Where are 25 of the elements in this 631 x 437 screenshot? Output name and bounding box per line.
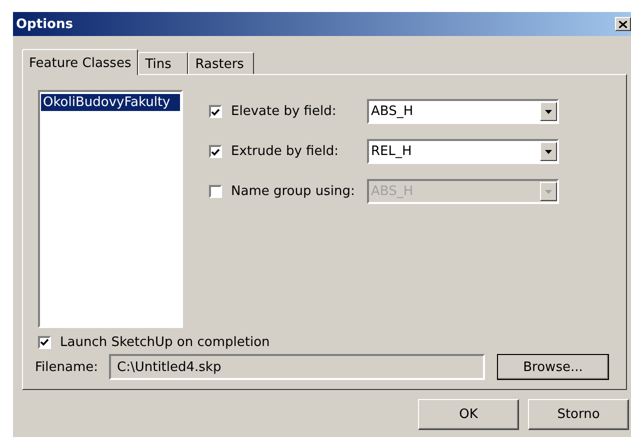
close-button[interactable] (615, 17, 631, 31)
tab[interactable]: Feature Classes (22, 49, 138, 75)
window-title: Options (16, 16, 74, 32)
filename-field[interactable]: C:\Untitled4.skp (109, 354, 485, 380)
checkbox[interactable] (38, 336, 51, 348)
dialog-button[interactable]: Storno (528, 399, 629, 430)
option-label: Elevate by field: (230, 104, 338, 119)
checkbox[interactable] (209, 105, 222, 118)
tab[interactable]: Rasters (188, 52, 254, 74)
dropdown-arrow-icon (545, 150, 552, 154)
option-label: Extrude by field: (230, 144, 340, 159)
close-icon (619, 20, 627, 28)
checkbox-label: Launch SketchUp on completion (59, 334, 270, 350)
field-dropdown[interactable]: REL_H (367, 139, 559, 164)
field-dropdown[interactable]: ABS_H (367, 99, 559, 124)
option-label: Name group using: (230, 184, 356, 199)
list-item[interactable]: OkoliBudovyFakulty (41, 94, 180, 111)
browse-button[interactable]: Browse... (497, 354, 609, 380)
feature-class-list[interactable]: OkoliBudovyFakulty (38, 90, 183, 328)
dropdown-arrow-icon (545, 190, 552, 194)
filename-label: Filename: (35, 360, 100, 374)
checkbox[interactable] (209, 145, 222, 158)
tab[interactable]: Tins (138, 52, 188, 74)
dialog-button[interactable]: OK (418, 399, 519, 430)
dropdown-arrow-icon (545, 110, 552, 114)
